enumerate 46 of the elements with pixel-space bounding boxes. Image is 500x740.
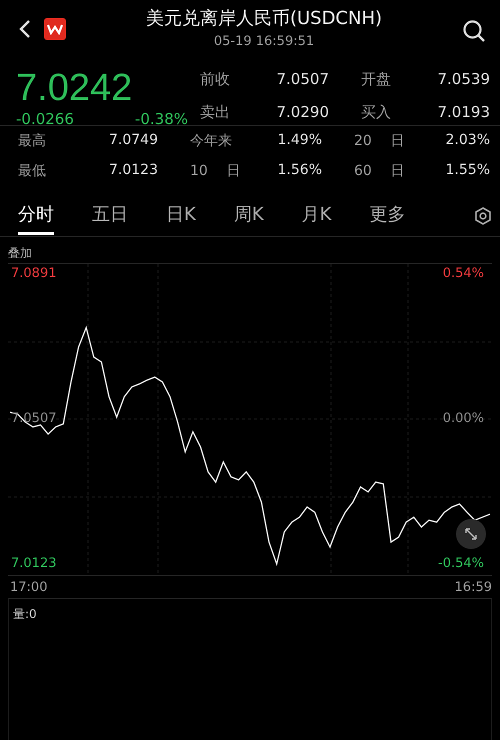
chart-tab[interactable]: 分时 [18,198,54,234]
price-change: -0.0266 [16,110,74,128]
overlay-label[interactable]: 叠加 [0,237,500,259]
price-value: 7.0242 [16,68,134,108]
search-icon[interactable] [462,19,486,43]
stat-value: 7.0749 [109,132,158,150]
expand-button[interactable] [456,519,486,549]
percent-change: -0.38% [134,110,188,128]
chart-tab[interactable]: 月K [302,198,332,234]
time-label: 17:00 [10,580,48,597]
stat-label: 开盘 [361,70,391,90]
stat-label: 60 日 [354,162,404,181]
stat-label: 前收 [200,70,230,90]
chart-tab[interactable]: 五日 [92,198,128,234]
stat-value: 1.55% [446,162,490,180]
axis-percent-label: 0.54% [442,266,484,282]
stat-label: 今年来 [190,132,232,151]
logo-icon [44,18,66,40]
axis-percent-label: -0.54% [438,556,484,572]
stat-value: 7.0193 [438,102,490,122]
stat-value: 7.0507 [276,70,329,90]
timestamp: 05-19 16:59:51 [214,34,314,49]
settings-icon[interactable] [474,207,492,225]
back-icon[interactable] [18,19,32,39]
expand-icon [464,527,478,541]
chart-tab[interactable]: 更多 [369,198,406,234]
stat-label: 最高 [18,132,46,151]
axis-price-label: 7.0891 [11,266,56,282]
stat-label: 最低 [18,162,46,181]
stat-value: 1.49% [278,132,322,150]
chart-tab[interactable]: 周K [234,198,264,234]
stat-value: 7.0539 [438,70,490,90]
stat-label: 10 日 [190,162,240,181]
volume-label: 量:0 [13,607,37,621]
stat-label: 买入 [361,102,391,122]
stat-value: 7.0290 [276,102,329,122]
time-label: 16:59 [454,580,492,597]
page-title: 美元兑离岸人民币(USDCNH) [146,7,382,30]
stat-value: 7.0123 [109,162,158,180]
stat-label: 20 日 [354,132,404,151]
chart-tab[interactable]: 日K [166,198,196,234]
stat-value: 1.56% [278,162,322,180]
stat-label: 卖出 [200,102,230,122]
axis-price-label: 7.0123 [11,556,56,572]
stat-value: 2.03% [446,132,490,150]
axis-percent-label: 0.00% [442,411,484,427]
